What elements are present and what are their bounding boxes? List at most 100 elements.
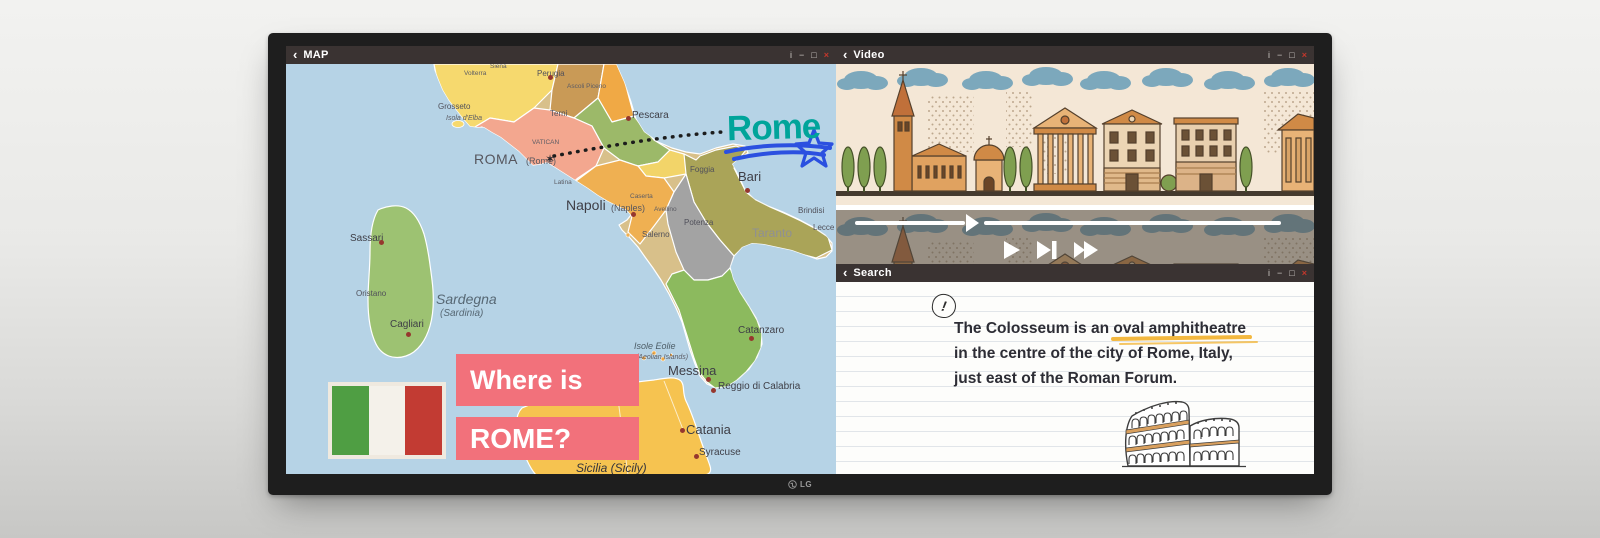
flag-green-band (332, 386, 369, 455)
map-window-title: MAP (303, 49, 328, 61)
note-line-2: in the centre of the city of Rome, Italy… (954, 341, 1246, 366)
map-label: Lecce (813, 224, 834, 232)
flag-white-band (369, 386, 406, 455)
video-titlebar[interactable]: ‹ Video i − □ × (836, 46, 1314, 64)
close-icon[interactable]: × (1302, 268, 1307, 278)
map-label: Messina (668, 364, 716, 377)
map-label: Salerno (642, 231, 670, 239)
map-label: ROMA (474, 152, 518, 166)
note-line-3: just east of the Roman Forum. (954, 366, 1246, 391)
city-dot-marker (680, 428, 685, 433)
map-label: (Aeolian Islands) (636, 354, 688, 361)
map-label: Foggia (690, 166, 714, 174)
map-label: Ascoli Piceno (567, 84, 606, 91)
video-player (836, 64, 1314, 264)
back-icon[interactable]: ‹ (843, 48, 847, 62)
city-dot-marker (406, 332, 411, 337)
window-controls: i − □ × (1268, 268, 1307, 278)
rome-star-marker: ✶ (545, 153, 555, 165)
map-label: Isole Eolie (634, 342, 676, 351)
map-label: Caserta (630, 194, 653, 201)
map-label: Latina (554, 180, 572, 187)
cityscape-illustration (836, 64, 1314, 205)
right-column: ‹ Video i − □ × (836, 46, 1314, 474)
map-label: Syracuse (699, 448, 741, 458)
close-icon[interactable]: × (824, 50, 829, 60)
question-banner-line1: Where is (456, 354, 639, 406)
brand-label: LG (800, 480, 812, 489)
playback-controls (1003, 240, 1099, 260)
video-window-title: Video (853, 49, 884, 61)
map-label: Reggio di Calabria (718, 382, 800, 392)
question-banner-line2: ROME? (456, 417, 639, 460)
map-label: Catanzaro (738, 326, 784, 336)
map-label: Taranto (752, 227, 792, 239)
maximize-icon[interactable]: □ (811, 50, 816, 60)
map-label: Bari (738, 170, 761, 183)
back-icon[interactable]: ‹ (843, 266, 847, 280)
map-label: Napoli (566, 198, 606, 212)
city-dot-marker (626, 116, 631, 121)
search-window: ‹ Search i − □ × ! The Colosseum is an o… (836, 264, 1314, 474)
map-label: VATICAN (532, 140, 559, 147)
fast-forward-icon[interactable] (1073, 240, 1099, 260)
video-frame[interactable] (836, 64, 1314, 205)
close-icon[interactable]: × (1302, 50, 1307, 60)
progress-bar-remaining[interactable] (984, 221, 1280, 225)
italy-map-canvas[interactable]: SienaVolterraPerugiaAscoli PicenoGrosset… (286, 64, 836, 474)
handwritten-rome-annotation: Rome (726, 107, 820, 149)
map-window: ‹ MAP i − □ × (286, 46, 836, 474)
maximize-icon[interactable]: □ (1289, 268, 1294, 278)
info-icon[interactable]: i (1268, 50, 1270, 60)
map-label: Sardegna (436, 292, 497, 306)
minimize-icon[interactable]: − (1277, 268, 1282, 278)
note-line-1: The Colosseum is an oval amphitheatre (954, 316, 1246, 341)
city-dot-marker (379, 240, 384, 245)
lg-logo-icon (788, 480, 797, 489)
progress-bar-elapsed[interactable] (855, 221, 965, 225)
playhead-icon[interactable] (966, 214, 979, 232)
map-label: Oristano (356, 290, 386, 298)
map-label: Cagliari (390, 320, 424, 330)
city-dot-marker (711, 388, 716, 393)
map-label: Siena (490, 64, 507, 71)
city-dot-marker (745, 188, 750, 193)
city-dot-marker (548, 75, 553, 80)
video-frame-dimmed[interactable] (836, 210, 1314, 264)
window-controls: i − □ × (790, 50, 829, 60)
map-label: Terni (550, 110, 567, 118)
map-label: (Sardinia) (440, 309, 483, 319)
map-label: Potenza (684, 219, 713, 227)
window-controls: i − □ × (1268, 50, 1307, 60)
city-dot-marker (631, 212, 636, 217)
skip-next-icon[interactable] (1036, 240, 1058, 260)
map-label: (Naples) (611, 204, 645, 213)
minimize-icon[interactable]: − (1277, 50, 1282, 60)
city-dot-marker (706, 377, 711, 382)
city-dot-marker (749, 336, 754, 341)
bezel: LG (268, 474, 1332, 495)
map-titlebar[interactable]: ‹ MAP i − □ × (286, 46, 836, 64)
city-dot-marker (694, 454, 699, 459)
highlighted-phrase: oval amphitheatre (1113, 320, 1246, 337)
maximize-icon[interactable]: □ (1289, 50, 1294, 60)
map-label: Catania (686, 423, 731, 436)
info-icon[interactable]: i (1268, 268, 1270, 278)
map-label: Brindisi (798, 207, 824, 215)
search-window-title: Search (853, 267, 892, 279)
search-titlebar[interactable]: ‹ Search i − □ × (836, 264, 1314, 282)
colosseum-sketch (1112, 390, 1262, 470)
map-label: Pescara (632, 111, 669, 121)
play-icon[interactable] (1003, 240, 1021, 260)
map-label: Grosseto (438, 103, 470, 111)
info-icon[interactable]: i (790, 50, 792, 60)
screen: ‹ MAP i − □ × (286, 46, 1314, 474)
colosseum-note-text: The Colosseum is an oval amphitheatre in… (954, 316, 1246, 391)
interactive-display: ‹ MAP i − □ × (268, 33, 1332, 495)
map-label: Isola d'Elba (446, 115, 482, 122)
notes-paper[interactable]: ! The Colosseum is an oval amphitheatre … (836, 282, 1314, 474)
minimize-icon[interactable]: − (799, 50, 804, 60)
video-window: ‹ Video i − □ × (836, 46, 1314, 264)
back-icon[interactable]: ‹ (293, 48, 297, 62)
map-label: Avellino (654, 207, 677, 214)
